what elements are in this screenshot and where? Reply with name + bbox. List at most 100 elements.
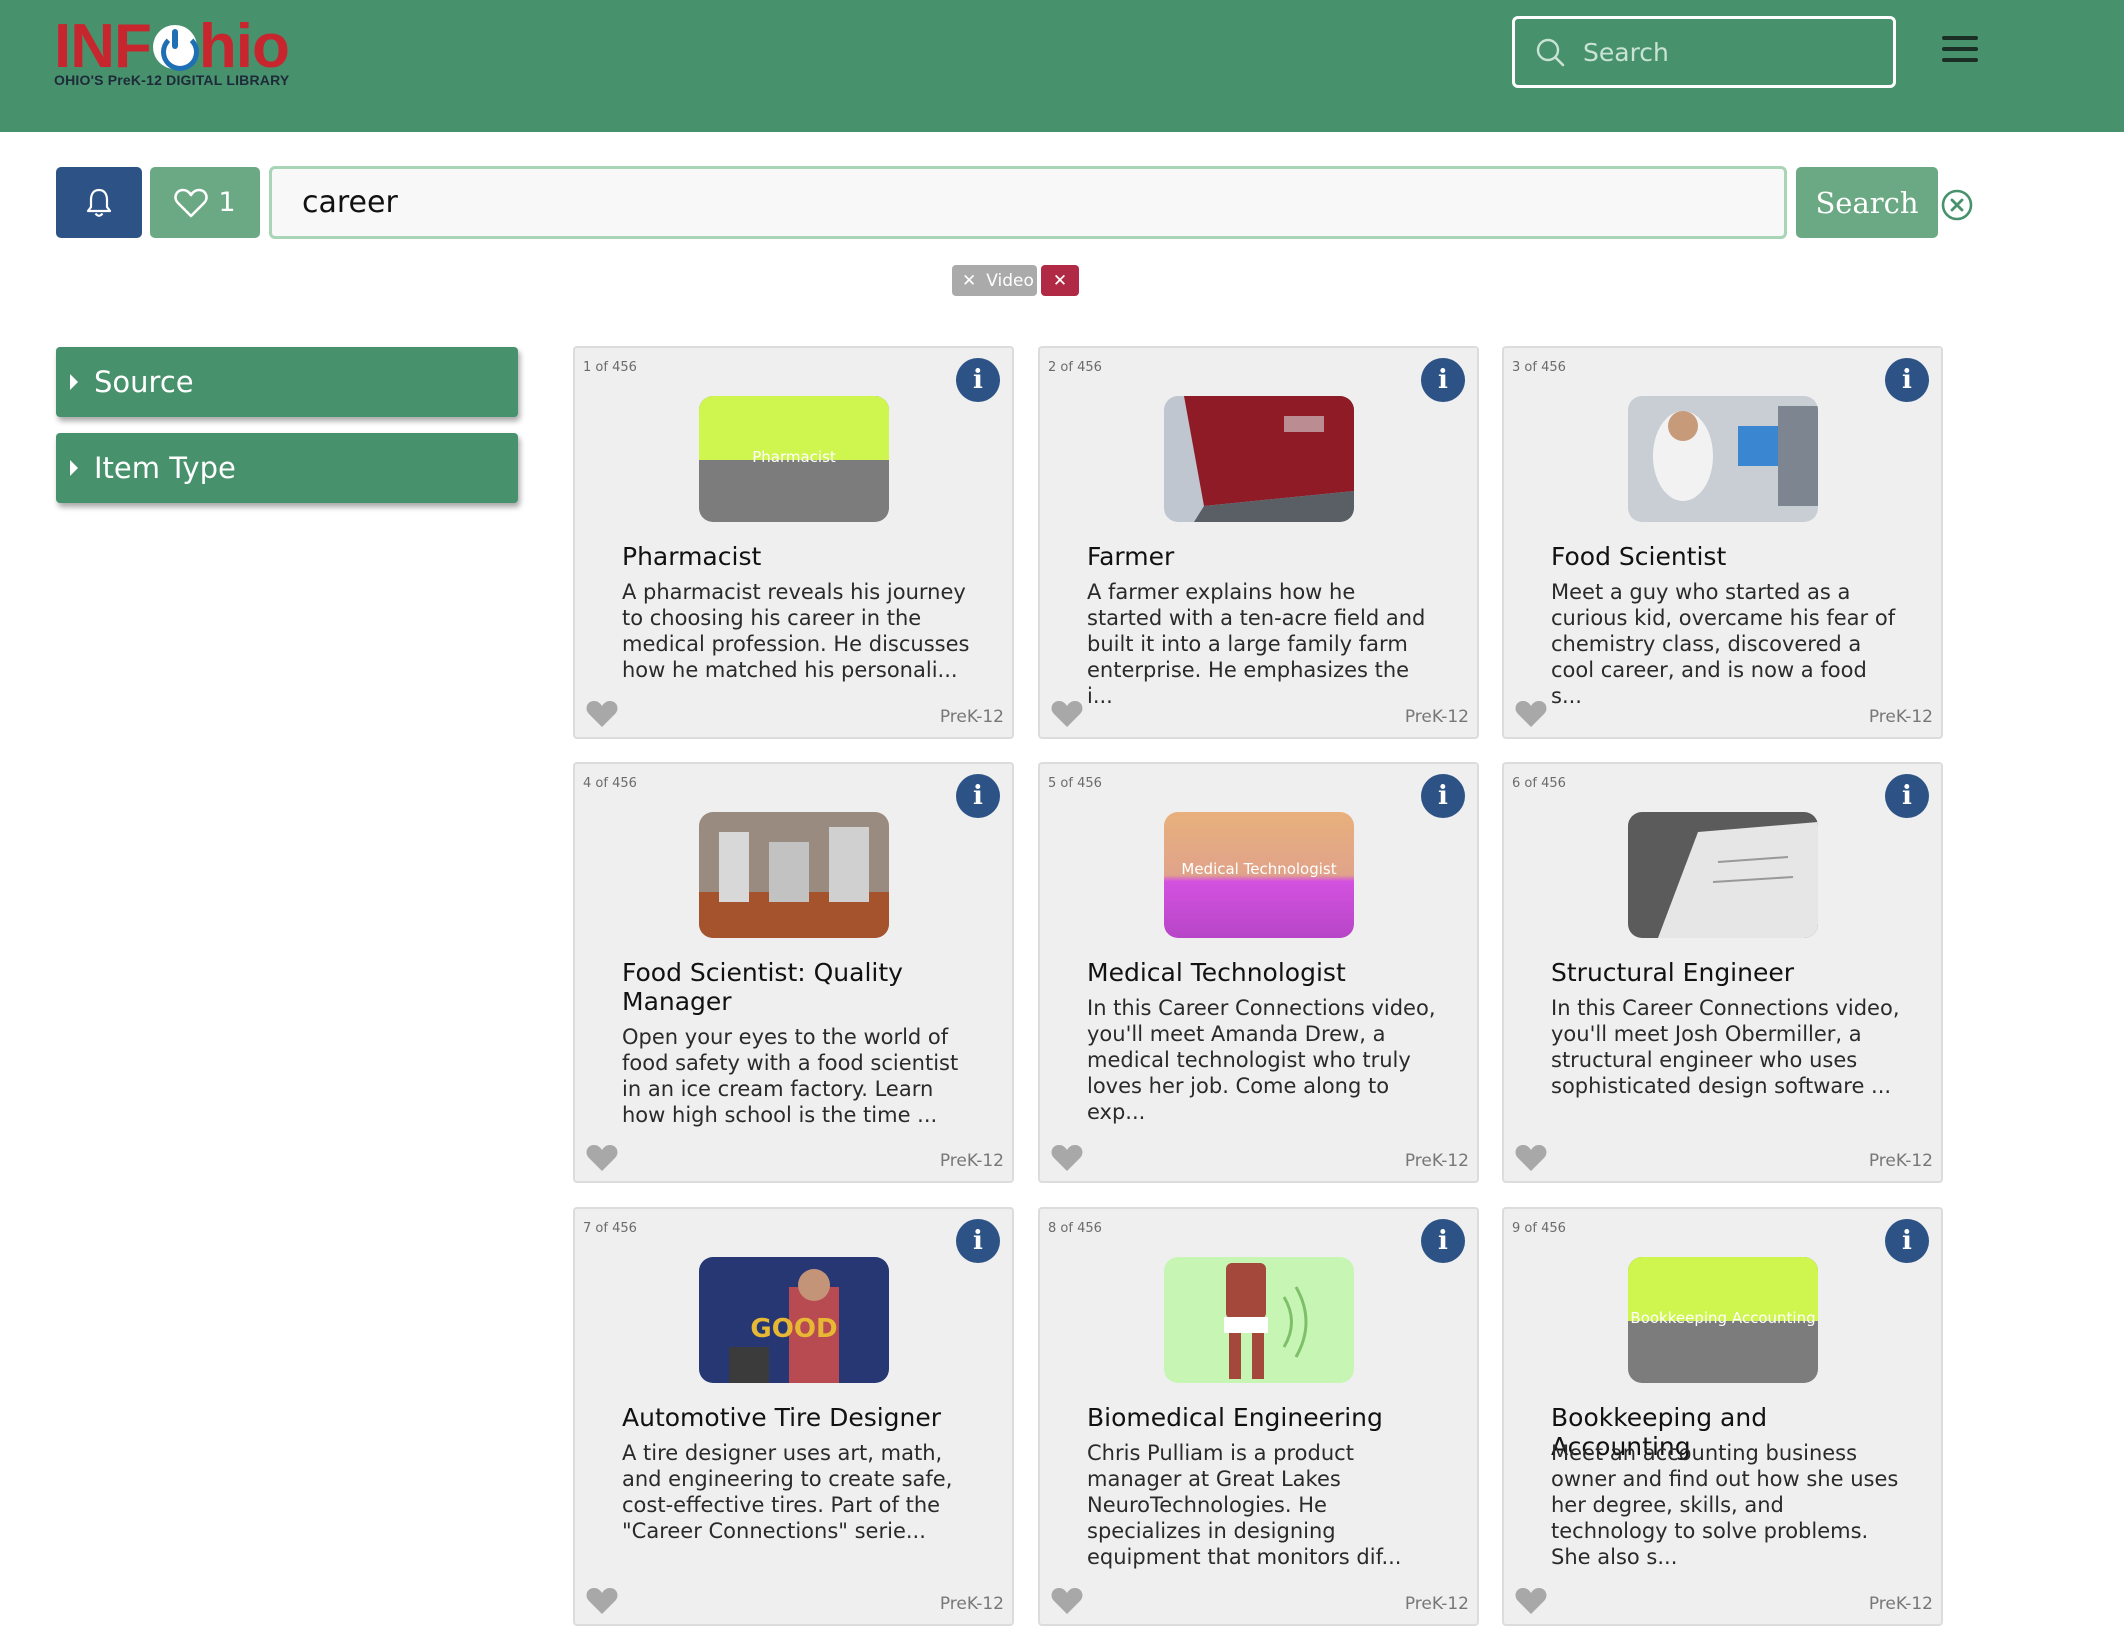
favorite-heart-icon[interactable]	[1514, 699, 1548, 729]
result-description: Meet a guy who started as a curious kid,…	[1551, 580, 1896, 708]
logo-text-right: hio	[198, 12, 290, 81]
info-icon[interactable]: i	[956, 1219, 1000, 1263]
favorite-heart-icon[interactable]	[585, 1586, 619, 1616]
video-thumbnail[interactable]: GOOD	[699, 1257, 889, 1383]
result-position: 5 of 456	[1048, 776, 1102, 791]
video-thumbnail[interactable]	[1628, 396, 1818, 522]
logo-subtitle: OHIO'S PreK-12 DIGITAL LIBRARY	[54, 72, 290, 88]
result-position: 7 of 456	[583, 1221, 637, 1236]
result-card[interactable]: 4 of 456 i Food Scientist: Quality Manag…	[573, 762, 1014, 1183]
grade-level: PreK-12	[1868, 1594, 1933, 1614]
video-thumbnail[interactable]	[1164, 1257, 1354, 1383]
result-card[interactable]: 7 of 456 i GOOD Automotive Tire Designer…	[573, 1207, 1014, 1626]
caret-right-icon	[70, 460, 78, 476]
caret-right-icon	[70, 374, 78, 390]
result-title[interactable]: Structural Engineer	[1551, 958, 1911, 987]
favorites-button[interactable]: 1	[150, 167, 260, 238]
info-icon[interactable]: i	[1885, 1219, 1929, 1263]
result-card[interactable]: 1 of 456 i Pharmacist Pharmacist A pharm…	[573, 346, 1014, 739]
result-title[interactable]: Farmer	[1087, 542, 1447, 571]
result-description: Meet an accounting business owner and fi…	[1551, 1441, 1899, 1569]
result-position: 3 of 456	[1512, 360, 1566, 375]
favorite-heart-icon[interactable]	[1050, 1586, 1084, 1616]
main-search-input[interactable]: career	[269, 166, 1787, 239]
facet-item-type[interactable]: Item Type	[56, 433, 518, 503]
video-thumbnail[interactable]	[1164, 396, 1354, 522]
result-card[interactable]: 6 of 456 i Structural Engineer In this C…	[1502, 762, 1943, 1183]
favorite-heart-icon[interactable]	[1514, 1586, 1548, 1616]
header-search-input[interactable]	[1583, 37, 1883, 67]
favorites-count: 1	[218, 187, 236, 218]
result-description: A farmer explains how he started with a …	[1087, 580, 1426, 708]
info-icon[interactable]: i	[956, 358, 1000, 402]
grade-level: PreK-12	[1404, 1151, 1469, 1171]
result-title[interactable]: Food Scientist	[1551, 542, 1911, 571]
heart-outline-icon	[174, 188, 209, 217]
favorite-heart-icon[interactable]	[1050, 1143, 1084, 1173]
clear-filters-button[interactable]: ✕	[1041, 265, 1079, 296]
result-position: 6 of 456	[1512, 776, 1566, 791]
search-query-value: career	[302, 185, 398, 220]
favorite-heart-icon[interactable]	[585, 699, 619, 729]
result-title[interactable]: Pharmacist	[622, 542, 982, 571]
result-description: In this Career Connections video, you'll…	[1087, 996, 1436, 1124]
result-title[interactable]: Food Scientist: Quality Manager	[622, 958, 982, 1016]
result-title[interactable]: Medical Technologist	[1087, 958, 1447, 987]
video-thumbnail[interactable]	[699, 812, 889, 938]
header-search-box[interactable]	[1512, 16, 1896, 88]
favorite-heart-icon[interactable]	[585, 1143, 619, 1173]
logo-text-left: INF	[54, 12, 152, 81]
favorite-heart-icon[interactable]	[1514, 1143, 1548, 1173]
result-card[interactable]: 3 of 456 i Food Scientist Meet a guy who…	[1502, 346, 1943, 739]
thumbnail-caption: Bookkeeping Accounting	[1630, 1309, 1815, 1327]
result-description: In this Career Connections video, you'll…	[1551, 996, 1900, 1098]
menu-icon[interactable]	[1942, 36, 1978, 68]
result-card[interactable]: 8 of 456 i Biomedical Engineering Chris …	[1038, 1207, 1479, 1626]
grade-level: PreK-12	[939, 1151, 1004, 1171]
thumbnail-caption: Pharmacist	[752, 448, 836, 466]
close-icon: ✕	[1052, 270, 1068, 291]
result-card[interactable]: 9 of 456 i Bookkeeping Accounting Bookke…	[1502, 1207, 1943, 1626]
video-thumbnail[interactable]: Pharmacist	[699, 396, 889, 522]
result-card[interactable]: 5 of 456 i Medical Technologist Medical …	[1038, 762, 1479, 1183]
thumbnail-caption: GOOD	[750, 1314, 837, 1344]
grade-level: PreK-12	[939, 1594, 1004, 1614]
facet-source[interactable]: Source	[56, 347, 518, 417]
info-icon[interactable]: i	[956, 774, 1000, 818]
video-thumbnail[interactable]: Medical Technologist	[1164, 812, 1354, 938]
logo-wordmark: INF hio	[54, 16, 304, 78]
grade-level: PreK-12	[1404, 707, 1469, 727]
infohio-logo[interactable]: INF hio OHIO'S PreK-12 DIGITAL LIBRARY	[54, 16, 304, 89]
search-button[interactable]: Search	[1796, 167, 1938, 238]
result-position: 4 of 456	[583, 776, 637, 791]
video-thumbnail[interactable]	[1628, 812, 1818, 938]
clear-search-icon[interactable]	[1940, 188, 1974, 222]
info-icon[interactable]: i	[1885, 774, 1929, 818]
result-position: 8 of 456	[1048, 1221, 1102, 1236]
search-icon	[1536, 38, 1565, 67]
bell-icon	[86, 188, 112, 217]
result-description: Open your eyes to the world of food safe…	[622, 1025, 959, 1127]
filter-chip-label: Video	[986, 270, 1034, 291]
result-position: 9 of 456	[1512, 1221, 1566, 1236]
result-description: A pharmacist reveals his journey to choo…	[622, 580, 970, 682]
result-title[interactable]: Automotive Tire Designer	[622, 1403, 982, 1432]
info-icon[interactable]: i	[1421, 1219, 1465, 1263]
info-icon[interactable]: i	[1885, 358, 1929, 402]
close-icon: ✕	[962, 270, 977, 291]
result-position: 1 of 456	[583, 360, 637, 375]
notifications-button[interactable]	[56, 167, 142, 238]
site-header: INF hio OHIO'S PreK-12 DIGITAL LIBRARY	[0, 0, 2124, 132]
result-card[interactable]: 2 of 456 i Farmer A farmer explains how …	[1038, 346, 1479, 739]
info-icon[interactable]: i	[1421, 358, 1465, 402]
facet-label: Source	[94, 365, 194, 399]
result-title[interactable]: Biomedical Engineering	[1087, 1403, 1447, 1432]
favorite-heart-icon[interactable]	[1050, 699, 1084, 729]
grade-level: PreK-12	[939, 707, 1004, 727]
info-icon[interactable]: i	[1421, 774, 1465, 818]
filter-chip-video[interactable]: ✕ Video	[952, 265, 1037, 296]
result-description: Chris Pulliam is a product manager at Gr…	[1087, 1441, 1402, 1569]
video-thumbnail[interactable]: Bookkeeping Accounting	[1628, 1257, 1818, 1383]
result-description: A tire designer uses art, math, and engi…	[622, 1441, 953, 1543]
grade-level: PreK-12	[1868, 1151, 1933, 1171]
